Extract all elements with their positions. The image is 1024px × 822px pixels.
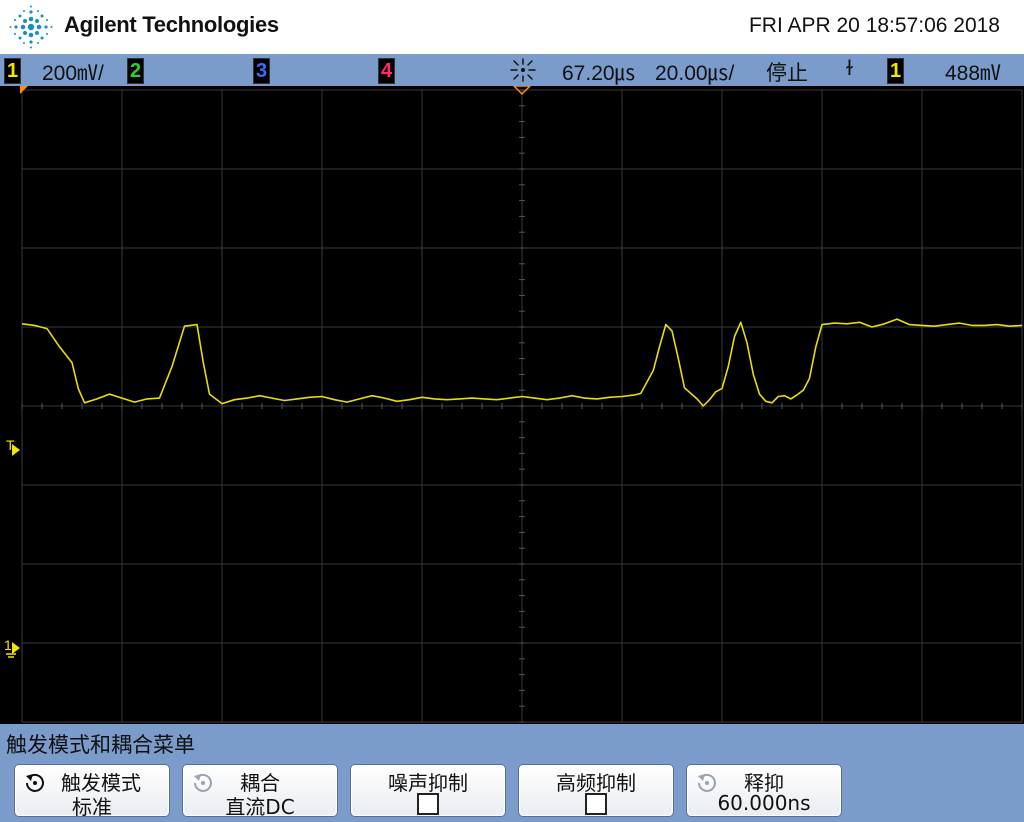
channel-1-scale: 200㎷/ <box>42 62 104 85</box>
softkey-value: 直流DC <box>225 795 295 819</box>
status-bar: 1 200㎷/ 2 3 4 67.20㎲ 20.00㎲/ 停止 ɫ 1 488㎷ <box>0 54 1024 86</box>
noise-reject-checkbox[interactable] <box>417 793 439 815</box>
softkey-trigger-mode[interactable]: 触发模式 标准 <box>14 764 170 819</box>
date-time: FRI APR 20 18:57:06 2018 <box>748 14 1000 37</box>
menu-title: 触发模式和耦合菜单 <box>6 733 195 757</box>
channel-2-indicator[interactable]: 2 <box>127 58 144 84</box>
softkey-holdoff[interactable]: 释抑 60.000ns <box>686 764 842 817</box>
channel-4-indicator[interactable]: 4 <box>378 58 395 84</box>
trigger-level-arrow-icon[interactable] <box>12 444 20 456</box>
softkey-hf-reject[interactable]: 高频抑制 <box>518 764 674 817</box>
softkey-noise-reject[interactable]: 噪声抑制 <box>350 764 506 817</box>
trigger-source-indicator[interactable]: 1 <box>887 58 904 84</box>
horizontal-knob-icon <box>510 58 536 82</box>
menu-title-bar: 触发模式和耦合菜单 <box>0 724 1024 760</box>
softkey-bar: 触发模式 标准 耦合 直流DC 噪声抑制 高频抑制 释抑 60.000ns <box>0 760 1024 822</box>
softkey-coupling[interactable]: 耦合 直流DC <box>182 764 338 819</box>
timebase-scale: 20.00㎲/ <box>655 62 735 85</box>
softkey-value: 标准 <box>72 795 112 819</box>
trigger-level: 488㎷ <box>945 62 1002 85</box>
agilent-spark-logo-icon <box>9 5 53 49</box>
ground-marker-label: 1 <box>4 637 12 653</box>
brand-name: Agilent Technologies <box>64 12 279 37</box>
softkey-value: 60.000ns <box>717 791 811 815</box>
ground-arrow-icon[interactable] <box>12 642 20 654</box>
channel-3-indicator[interactable]: 3 <box>253 58 270 84</box>
channel-1-indicator[interactable]: 1 <box>4 58 21 84</box>
trigger-slope-icon: ɫ <box>846 57 853 80</box>
graticule <box>21 89 1023 723</box>
hf-reject-checkbox[interactable] <box>585 793 607 815</box>
run-state: 停止 <box>766 62 808 85</box>
header-bar: Agilent Technologies FRI APR 20 18:57:06… <box>0 0 1024 54</box>
marker-layer: T 1 <box>4 85 532 658</box>
horizontal-delay: 67.20㎲ <box>562 62 636 85</box>
waveform-display[interactable]: T 1 <box>0 85 1024 724</box>
waveform-plot: T 1 <box>4 85 1023 723</box>
